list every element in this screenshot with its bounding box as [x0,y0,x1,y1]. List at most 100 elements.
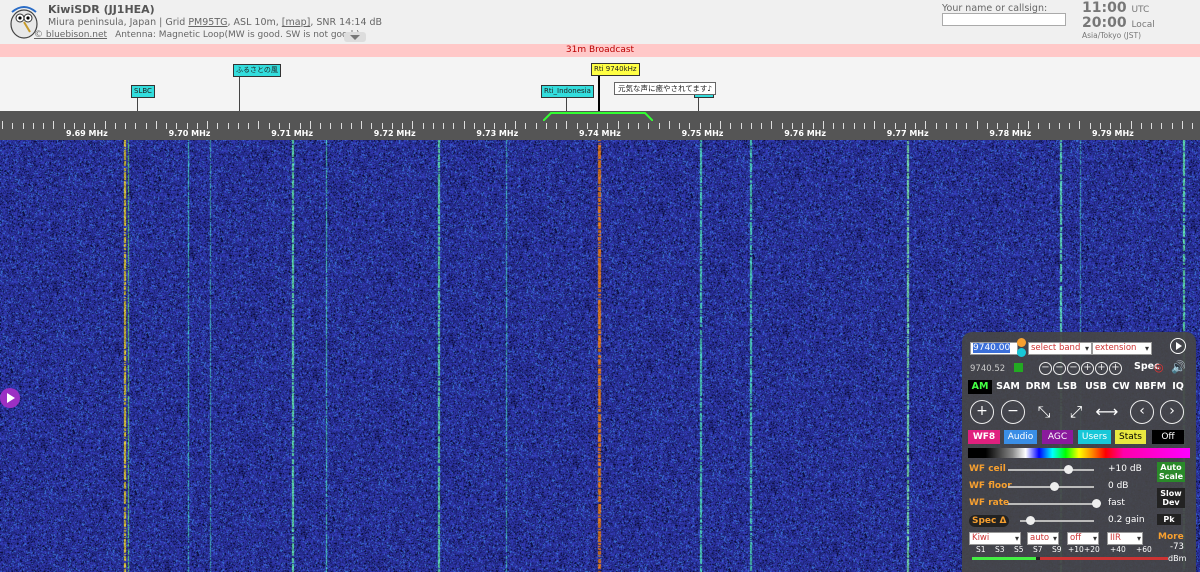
auto-scale-button[interactable]: Auto Scale [1157,462,1185,482]
spec-delta-button[interactable]: Spec Δ [969,515,1010,527]
scale-tick [453,123,454,129]
step-up-small-icon[interactable]: + [1081,362,1094,375]
s-meter-label: +60 [1136,545,1152,554]
mode-button-lsb[interactable]: LSB [1053,380,1081,394]
scale-tick [1007,123,1008,129]
spec-delta-slider[interactable] [1020,516,1094,525]
kiwi-select[interactable]: Kiwi [969,532,1021,545]
scale-tick [977,121,978,129]
scale-tick [659,123,660,129]
s-meter-fill [972,557,1036,560]
scale-tick [761,123,762,129]
s-meter-bar [972,557,1168,560]
scale-tick [371,123,372,129]
zoom-out-icon[interactable]: − [1001,400,1025,424]
collapse-header-button[interactable] [344,32,366,42]
wf-ceil-knob[interactable] [1064,465,1073,474]
s-meter-overload [1040,557,1168,560]
scale-tick [197,123,198,129]
wf-floor-label: WF floor [969,481,1012,491]
off-select[interactable]: off [1067,532,1099,545]
freq-step-up-icon[interactable] [1017,338,1026,347]
local-label: Local [1131,20,1155,30]
snr-text: , SNR 14:14 dB [310,17,383,28]
scale-label: 9.74 MHz [579,129,621,138]
station-label-area: SLBC ふるさとの風 Rti_Indonesia Rti 9740kHz 元気… [0,57,1200,111]
scale-tick [751,123,752,129]
wf-rate-knob[interactable] [1092,499,1101,508]
wf-ceil-slider[interactable] [1008,465,1094,474]
scale-tick [669,121,670,129]
zoom-to-band-icon[interactable]: ⤡ [1032,400,1056,424]
map-link[interactable]: [map] [282,17,311,28]
scale-label: 9.79 MHz [1092,129,1134,138]
passband-indicator[interactable] [543,112,653,121]
freq-step-down-icon[interactable] [1017,348,1026,357]
page-right-icon[interactable]: › [1160,400,1184,424]
record-icon[interactable]: ◎ [1154,361,1164,374]
scale-tick [474,123,475,129]
tab-off[interactable]: Off [1152,430,1184,444]
scale-tick [2,121,3,129]
extension-select[interactable]: extension [1092,342,1152,355]
scale-tick [833,123,834,129]
auto-select[interactable]: auto [1027,532,1059,545]
slow-dev-button[interactable]: Slow Dev [1157,488,1185,508]
mode-button-drm[interactable]: DRM [1023,380,1053,394]
station-label-rti-selected[interactable]: Rti 9740kHz [591,63,640,76]
tab-wf8[interactable]: WF8 [968,430,1000,444]
tab-stats[interactable]: Stats [1115,430,1146,444]
scale-tick [987,123,988,129]
frequency-input[interactable]: 9740.00 [970,342,1018,355]
step-down-small-icon[interactable]: − [1067,362,1080,375]
mode-button-sam[interactable]: SAM [994,380,1022,394]
more-button[interactable]: More [1158,532,1184,542]
zoom-fit-icon[interactable]: ⟷ [1095,400,1119,424]
mode-button-usb[interactable]: USB [1082,380,1110,394]
s-meter: S1 S3 S5 S7 S9 +10 +20 +40 +60 [968,545,1168,569]
scale-tick [689,123,690,129]
step-up-medium-icon[interactable]: + [1095,362,1108,375]
wf-floor-knob[interactable] [1050,482,1059,491]
tab-users[interactable]: Users [1078,430,1111,444]
external-link-icon[interactable] [1014,363,1023,372]
wf-floor-slider[interactable] [1008,482,1094,491]
page-left-icon[interactable]: ‹ [1130,400,1154,424]
tab-audio[interactable]: Audio [1004,430,1037,444]
scale-label: 9.76 MHz [784,129,827,138]
mode-button-cw[interactable]: CW [1110,380,1132,394]
station-label-slbc[interactable]: SLBC [131,85,155,98]
step-up-large-icon[interactable]: + [1109,362,1122,375]
grid-link[interactable]: PM95TG [188,17,227,28]
wf-rate-slider[interactable] [1008,499,1101,508]
scale-tick [771,121,772,129]
tab-agc[interactable]: AGC [1042,430,1073,444]
spec-delta-knob[interactable] [1026,516,1035,525]
bluebison-link[interactable]: © bluebison.net [34,30,107,40]
frequency-input-value[interactable]: 9740.00 [973,343,1011,353]
zoom-max-icon[interactable]: ⤢ [1064,400,1088,424]
mode-button-am[interactable]: AM [968,380,992,394]
play-icon[interactable] [1170,338,1186,354]
scale-tick [423,123,424,129]
colormap-bar[interactable] [968,448,1190,458]
speaker-icon[interactable]: 🔊 [1171,360,1186,374]
station-label-rti-indonesia[interactable]: Rti_Indonesia [541,85,594,98]
station-label-furusato[interactable]: ふるさとの風 [233,64,281,77]
step-down-large-icon[interactable]: − [1039,362,1052,375]
band-select[interactable]: select band [1028,342,1092,355]
step-down-medium-icon[interactable]: − [1053,362,1066,375]
scale-tick [648,123,649,129]
mode-button-nbfm[interactable]: NBFM [1133,380,1168,394]
pk-select[interactable]: Pk [1157,514,1181,525]
frequency-scale[interactable]: 9.69 MHz 9.70 MHz 9.71 MHz 9.72 MHz 9.73 MHz… [0,111,1200,140]
scale-tick [587,123,588,129]
mode-button-iq[interactable]: IQ [1169,380,1187,394]
zoom-in-icon[interactable]: + [970,400,994,424]
side-panel-toggle-icon[interactable] [0,388,20,408]
name-input[interactable] [942,13,1066,26]
utc-label: UTC [1131,5,1150,15]
iir-select[interactable]: IIR [1107,532,1143,545]
band-bar[interactable]: 31m Broadcast [0,44,1200,57]
scale-tick [1069,123,1070,129]
